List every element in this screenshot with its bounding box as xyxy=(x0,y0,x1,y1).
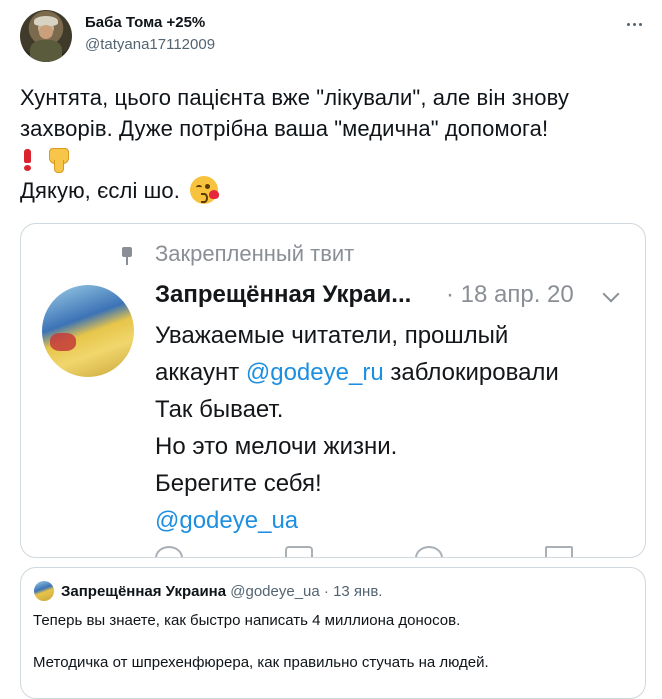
inner-date: · 18 апр. 20 xyxy=(446,281,574,308)
quoted-tweet[interactable]: Запрещённая Украина @godeye_ua · 13 янв.… xyxy=(20,567,646,699)
quote-author-handle: @godeye_ua xyxy=(230,583,320,600)
tweet: Баба Тома +25% @tatyana17112009 Хунтята,… xyxy=(0,0,662,699)
inner-action-icons xyxy=(155,546,575,557)
inner-author-name: Запрещённая Украи... xyxy=(155,281,412,308)
inner-line: Берегите себя! xyxy=(155,470,322,497)
tweet-text: Хунтята, цього пацієнта вже "лікували", … xyxy=(20,82,645,206)
inner-line: аккаунт @godeye_ru заблокировали xyxy=(155,359,559,386)
quote-date: 13 янв. xyxy=(333,583,383,600)
face-blowing-kiss-icon xyxy=(190,176,220,204)
author-handle[interactable]: @tatyana17112009 xyxy=(85,36,215,53)
inner-line: Уважаемые читатели, прошлый xyxy=(155,322,509,349)
exclamation-icon xyxy=(24,149,31,171)
inner-line: Но это мелочи жизни. xyxy=(155,433,398,460)
inner-tweet-text: Уважаемые читатели, прошлый аккаунт @god… xyxy=(155,317,559,539)
thumbs-down-icon xyxy=(45,146,71,173)
quote-separator: · xyxy=(323,583,329,600)
inner-mention: @godeye_ru xyxy=(245,359,384,386)
quote-header: Запрещённая Украина @godeye_ua · 13 янв. xyxy=(61,583,382,600)
attached-screenshot[interactable]: Закрепленный твит Запрещённая Украи... ·… xyxy=(20,223,646,558)
more-options-icon[interactable] xyxy=(624,14,644,34)
avatar-face xyxy=(39,25,53,39)
tweet-text-line: Хунтята, цього пацієнта вже "лікували", … xyxy=(20,85,569,110)
pin-icon xyxy=(120,247,134,265)
quote-text-line: Методичка от шпрехенфюрера, как правильн… xyxy=(33,654,489,671)
author-name[interactable]: Баба Тома +25% xyxy=(85,14,205,31)
avatar-body xyxy=(30,40,62,62)
pinned-label: Закрепленный твит xyxy=(155,241,355,266)
inner-avatar xyxy=(42,285,134,377)
tweet-text-line: Дякую, єслі шо. xyxy=(20,175,645,206)
tweet-text-line: захворів. Дуже потрібна ваша "медична" д… xyxy=(20,116,549,141)
quote-avatar xyxy=(34,581,54,601)
inner-mention: @godeye_ua xyxy=(155,507,299,534)
inner-line: Так бывает. xyxy=(155,396,284,423)
chevron-down-icon xyxy=(602,285,620,303)
quote-author-name: Запрещённая Украина xyxy=(61,583,227,600)
quote-text-line: Теперь вы знаете, как быстро написать 4 … xyxy=(33,612,461,629)
author-avatar[interactable] xyxy=(20,10,72,62)
tweet-emoji-line xyxy=(20,144,645,175)
